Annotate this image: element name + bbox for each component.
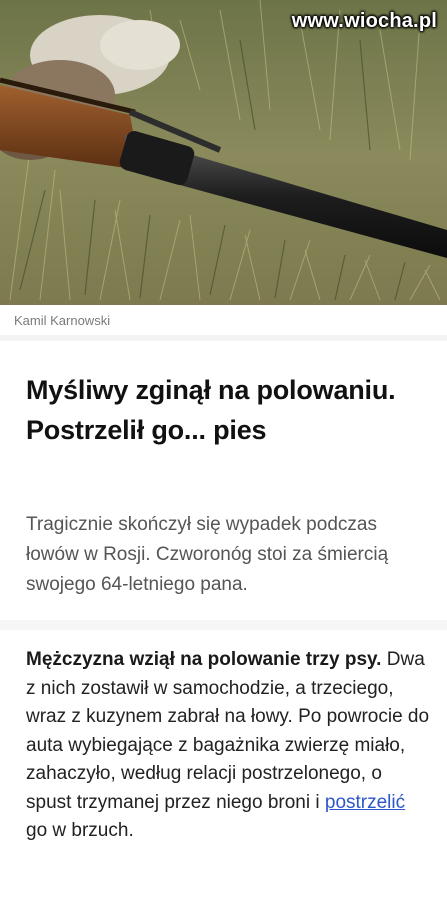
article-title: Myśliwy zginął na polowaniu. Postrzelił … [26,375,396,445]
article-lead: Tragicznie skończył się wypadek podczas … [26,514,389,595]
body-text-part: Dwa z nich zostawił w samochodzie, a trz… [26,649,430,813]
article-link[interactable]: postrzelić [325,792,405,813]
body-strong-sentence: Mężczyzna wziął na polowanie trzy psy. [26,649,382,670]
body-text-part-end: go w brzuch. [26,820,134,841]
hunting-rifle-photo [0,0,447,305]
site-watermark: www.wiocha.pl [291,10,437,32]
article-page: www.wiocha.pl Kamil Karnowski Myśliwy zg… [0,0,447,900]
article-body: Mężczyzna wziął na polowanie trzy psy. D… [26,646,431,846]
divider [0,335,447,341]
hero-photo: www.wiocha.pl [0,0,447,305]
section-divider [0,620,447,630]
author-name: Kamil Karnowski [14,313,111,328]
